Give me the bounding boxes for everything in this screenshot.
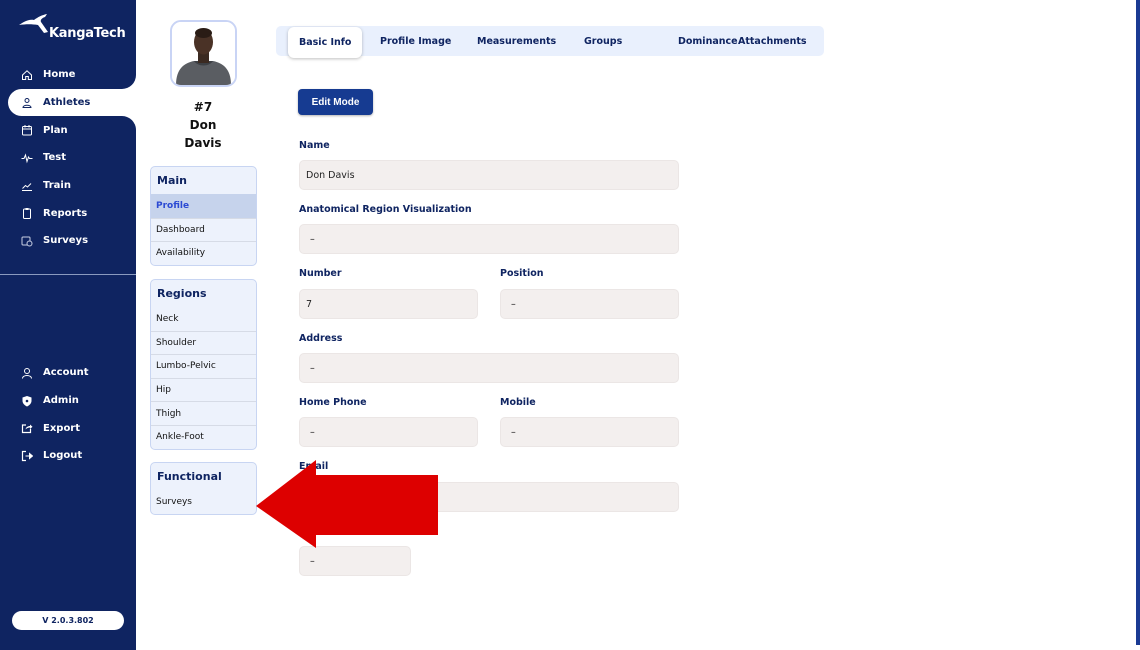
tab-attachments[interactable]: Attachments — [738, 26, 807, 56]
logo[interactable]: KangaTech — [18, 12, 126, 46]
group-regions: Regions Neck Shoulder Lumbo-Pelvic Hip T… — [150, 279, 257, 450]
anatomical-region-field[interactable]: – — [299, 224, 679, 254]
nav-reports[interactable]: Reports — [0, 199, 136, 227]
athlete-number: #7 — [193, 100, 213, 114]
nav-plan[interactable]: Plan — [0, 116, 136, 144]
main-nav: Home Athletes Plan Test Train Reports Su… — [0, 61, 136, 255]
brand-name: KangaTech — [49, 26, 126, 41]
number-label: Number — [299, 268, 342, 279]
athlete-avatar — [170, 20, 237, 87]
app-root: KangaTech Home Athletes Plan Test Train … — [0, 0, 1140, 650]
shield-icon — [20, 394, 34, 408]
export-icon — [20, 421, 34, 435]
clipboard-icon — [20, 206, 34, 220]
group-functional-title: Functional — [157, 470, 222, 483]
name-label: Name — [299, 140, 330, 151]
athlete-photo — [172, 22, 235, 85]
nav-test-label: Test — [43, 152, 67, 164]
account-nav: Account Admin Export Logout — [0, 359, 136, 470]
group-item-availability[interactable]: Availability — [151, 241, 256, 265]
athlete-last-name: Davis — [184, 136, 222, 150]
sidebar: KangaTech Home Athletes Plan Test Train … — [0, 0, 136, 650]
tab-measurements[interactable]: Measurements — [477, 26, 556, 56]
email-label: Email — [299, 461, 329, 472]
group-main-title: Main — [157, 174, 187, 187]
name-field[interactable]: Don Davis — [299, 160, 679, 190]
users-icon — [20, 96, 34, 110]
group-regions-title: Regions — [157, 287, 207, 300]
group-functional: Functional Surveys — [150, 462, 257, 515]
version-badge: V 2.0.3.802 — [12, 611, 124, 630]
group-item-lumbo-pelvic[interactable]: Lumbo-Pelvic — [151, 354, 256, 378]
nav-logout[interactable]: Logout — [0, 442, 136, 470]
right-edge-scrollbar[interactable] — [1136, 0, 1140, 645]
group-item-neck[interactable]: Neck — [151, 307, 256, 331]
address-field[interactable]: – — [299, 353, 679, 383]
tab-profile-image[interactable]: Profile Image — [380, 26, 451, 56]
email-field[interactable] — [299, 482, 679, 512]
group-main: Main Profile Dashboard Availability — [150, 166, 257, 266]
tab-groups[interactable]: Groups — [584, 26, 622, 56]
trend-chart-icon — [20, 179, 34, 193]
profile-tabs: Basic Info Profile Image Measurements Gr… — [276, 26, 824, 58]
nav-export[interactable]: Export — [0, 414, 136, 442]
nav-logout-label: Logout — [43, 450, 83, 462]
nav-train[interactable]: Train — [0, 172, 136, 200]
pulse-icon — [20, 151, 34, 165]
nav-athletes[interactable]: Athletes — [8, 88, 136, 117]
group-item-thigh[interactable]: Thigh — [151, 401, 256, 425]
logout-icon — [20, 449, 34, 463]
nav-account-label: Account — [43, 367, 89, 379]
nav-home-label: Home — [43, 69, 76, 81]
mobile-label: Mobile — [500, 397, 536, 408]
user-icon — [20, 366, 34, 380]
calendar-clock-icon — [20, 234, 34, 248]
nav-surveys[interactable]: Surveys — [0, 227, 136, 255]
home-icon — [20, 68, 34, 82]
group-item-surveys[interactable]: Surveys — [151, 490, 256, 514]
group-item-shoulder[interactable]: Shoulder — [151, 330, 256, 355]
nav-test[interactable]: Test — [0, 144, 136, 172]
home-phone-label: Home Phone — [299, 397, 367, 408]
anatomical-region-label: Anatomical Region Visualization — [299, 204, 472, 215]
athlete-first-name: Don — [189, 118, 217, 132]
position-label: Position — [500, 268, 544, 279]
nav-admin-label: Admin — [43, 395, 79, 407]
group-item-ankle-foot[interactable]: Ankle-Foot — [151, 424, 256, 449]
calendar-icon — [20, 123, 34, 137]
home-phone-field[interactable]: – — [299, 417, 478, 447]
tab-dominance[interactable]: Dominance — [678, 26, 738, 56]
group-item-profile[interactable]: Profile — [151, 194, 256, 218]
nav-export-label: Export — [43, 422, 81, 434]
nav-account[interactable]: Account — [0, 359, 136, 387]
tab-basic-info[interactable]: Basic Info — [288, 27, 363, 58]
nav-admin[interactable]: Admin — [0, 387, 136, 415]
address-label: Address — [299, 333, 343, 344]
number-field[interactable]: 7 — [299, 289, 478, 319]
nav-plan-label: Plan — [43, 124, 68, 136]
group-item-hip[interactable]: Hip — [151, 377, 256, 402]
dob-label: Date of Birth — [299, 526, 369, 537]
group-item-dashboard[interactable]: Dashboard — [151, 217, 256, 242]
mobile-field[interactable]: – — [500, 417, 679, 447]
nav-home[interactable]: Home — [0, 61, 136, 89]
nav-athletes-label: Athletes — [43, 97, 91, 109]
dob-field[interactable]: – — [299, 546, 411, 576]
nav-reports-label: Reports — [43, 207, 88, 219]
edit-mode-button[interactable]: Edit Mode — [298, 89, 373, 115]
position-field[interactable]: – — [500, 289, 679, 319]
sidebar-divider — [0, 274, 136, 275]
nav-surveys-label: Surveys — [43, 235, 89, 247]
nav-train-label: Train — [43, 180, 71, 192]
